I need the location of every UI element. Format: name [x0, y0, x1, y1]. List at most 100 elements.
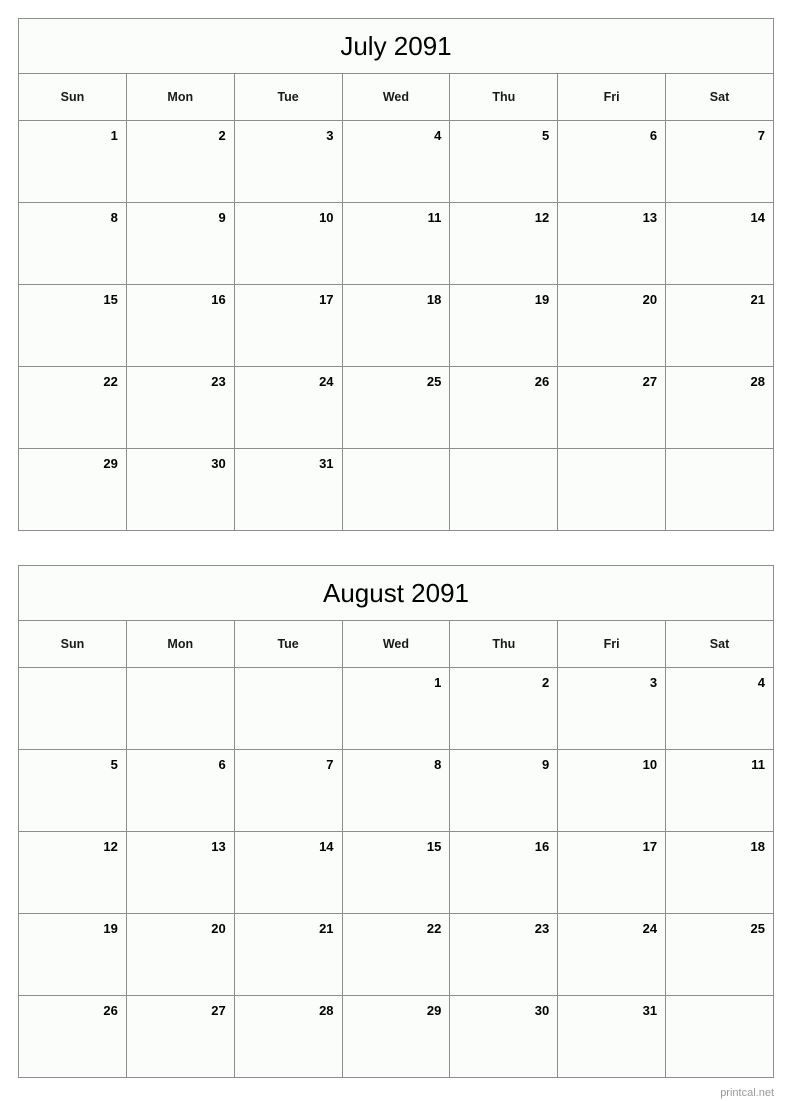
- day-cell[interactable]: 12: [449, 202, 559, 285]
- week-row: 12 13 14 15 16 17 18: [18, 831, 774, 914]
- day-cell[interactable]: 27: [557, 366, 667, 449]
- day-cell[interactable]: 1: [341, 667, 451, 750]
- day-cell[interactable]: 5: [449, 120, 559, 203]
- day-cell[interactable]: 9: [125, 202, 235, 285]
- day-cell[interactable]: 24: [557, 913, 667, 996]
- day-number: 25: [750, 921, 765, 936]
- day-cell[interactable]: 23: [449, 913, 559, 996]
- day-cell-empty: [341, 448, 451, 531]
- day-cell[interactable]: 2: [449, 667, 559, 750]
- day-cell[interactable]: 25: [665, 913, 774, 996]
- day-number: 8: [434, 757, 442, 772]
- weekday-header-sun: Sun: [18, 620, 127, 668]
- day-cell[interactable]: 29: [341, 995, 451, 1078]
- day-cell[interactable]: 4: [341, 120, 451, 203]
- day-cell[interactable]: 13: [557, 202, 667, 285]
- day-cell[interactable]: 30: [449, 995, 559, 1078]
- day-number: 10: [642, 757, 658, 772]
- day-cell[interactable]: 31: [557, 995, 667, 1078]
- day-cell[interactable]: 18: [341, 284, 451, 367]
- day-number: 6: [649, 128, 658, 143]
- day-cell[interactable]: 28: [665, 366, 774, 449]
- day-number: 22: [103, 374, 118, 389]
- day-cell-empty: [233, 667, 343, 750]
- day-cell[interactable]: 15: [341, 831, 451, 914]
- day-number: 2: [541, 675, 550, 690]
- week-row: 19 20 21 22 23 24 25: [18, 913, 774, 996]
- day-cell[interactable]: 8: [18, 202, 127, 285]
- day-cell[interactable]: 10: [233, 202, 343, 285]
- day-cell[interactable]: 6: [125, 749, 235, 832]
- weekday-header-row: Sun Mon Tue Wed Thu Fri Sat: [18, 73, 774, 121]
- weekday-label: Thu: [492, 637, 516, 651]
- weekday-label: Sun: [60, 90, 85, 104]
- month-title-cell: August 2091: [18, 565, 774, 621]
- weekday-label: Mon: [167, 90, 194, 104]
- day-cell[interactable]: 22: [18, 366, 127, 449]
- day-cell[interactable]: 21: [233, 913, 343, 996]
- day-cell[interactable]: 16: [449, 831, 559, 914]
- weekday-header-sat: Sat: [665, 620, 774, 668]
- day-cell[interactable]: 6: [557, 120, 667, 203]
- day-cell[interactable]: 3: [233, 120, 343, 203]
- day-number: 23: [534, 921, 550, 936]
- day-cell[interactable]: 26: [449, 366, 559, 449]
- day-cell[interactable]: 21: [665, 284, 774, 367]
- day-number: 5: [541, 128, 550, 143]
- day-cell[interactable]: 7: [233, 749, 343, 832]
- day-cell[interactable]: 11: [341, 202, 451, 285]
- day-cell[interactable]: 17: [557, 831, 667, 914]
- day-cell[interactable]: 14: [665, 202, 774, 285]
- day-cell[interactable]: 17: [233, 284, 343, 367]
- day-number: 20: [642, 292, 658, 307]
- day-number: 17: [319, 292, 334, 307]
- day-number: 8: [110, 210, 118, 225]
- day-cell[interactable]: 20: [557, 284, 667, 367]
- day-cell[interactable]: 26: [18, 995, 127, 1078]
- day-cell[interactable]: 10: [557, 749, 667, 832]
- day-cell[interactable]: 12: [18, 831, 127, 914]
- calendar-month-august: August 2091 Sun Mon Tue Wed Thu Fri Sat …: [18, 565, 774, 1078]
- day-number: 1: [434, 675, 442, 690]
- day-cell[interactable]: 19: [18, 913, 127, 996]
- day-number: 19: [534, 292, 550, 307]
- day-number: 14: [319, 839, 334, 854]
- day-cell[interactable]: 9: [449, 749, 559, 832]
- day-cell[interactable]: 27: [125, 995, 235, 1078]
- weekday-label: Fri: [603, 90, 620, 104]
- day-cell[interactable]: 2: [125, 120, 235, 203]
- day-cell[interactable]: 13: [125, 831, 235, 914]
- day-number: 30: [534, 1003, 550, 1018]
- day-cell[interactable]: 31: [233, 448, 343, 531]
- day-cell[interactable]: 24: [233, 366, 343, 449]
- day-cell[interactable]: 29: [18, 448, 127, 531]
- day-cell[interactable]: 4: [665, 667, 774, 750]
- day-number: 28: [319, 1003, 334, 1018]
- day-cell[interactable]: 14: [233, 831, 343, 914]
- day-cell[interactable]: 11: [665, 749, 774, 832]
- week-row: 22 23 24 25 26 27 28: [18, 366, 774, 449]
- day-cell[interactable]: 18: [665, 831, 774, 914]
- weekday-header-wed: Wed: [341, 620, 451, 668]
- day-cell[interactable]: 8: [341, 749, 451, 832]
- day-number: 25: [426, 374, 442, 389]
- weekday-label: Fri: [603, 637, 620, 651]
- day-cell[interactable]: 3: [557, 667, 667, 750]
- day-cell[interactable]: 5: [18, 749, 127, 832]
- day-cell[interactable]: 15: [18, 284, 127, 367]
- day-number: 27: [211, 1003, 226, 1018]
- month-title-row: August 2091: [18, 565, 774, 621]
- day-cell[interactable]: 16: [125, 284, 235, 367]
- day-cell[interactable]: 25: [341, 366, 451, 449]
- day-number: 6: [218, 757, 226, 772]
- day-cell[interactable]: 20: [125, 913, 235, 996]
- week-row: 26 27 28 29 30 31: [18, 995, 774, 1078]
- day-cell[interactable]: 1: [18, 120, 127, 203]
- day-cell[interactable]: 7: [665, 120, 774, 203]
- day-cell[interactable]: 22: [341, 913, 451, 996]
- day-cell[interactable]: 28: [233, 995, 343, 1078]
- day-number: 9: [541, 757, 550, 772]
- day-cell[interactable]: 23: [125, 366, 235, 449]
- day-cell[interactable]: 19: [449, 284, 559, 367]
- day-cell[interactable]: 30: [125, 448, 235, 531]
